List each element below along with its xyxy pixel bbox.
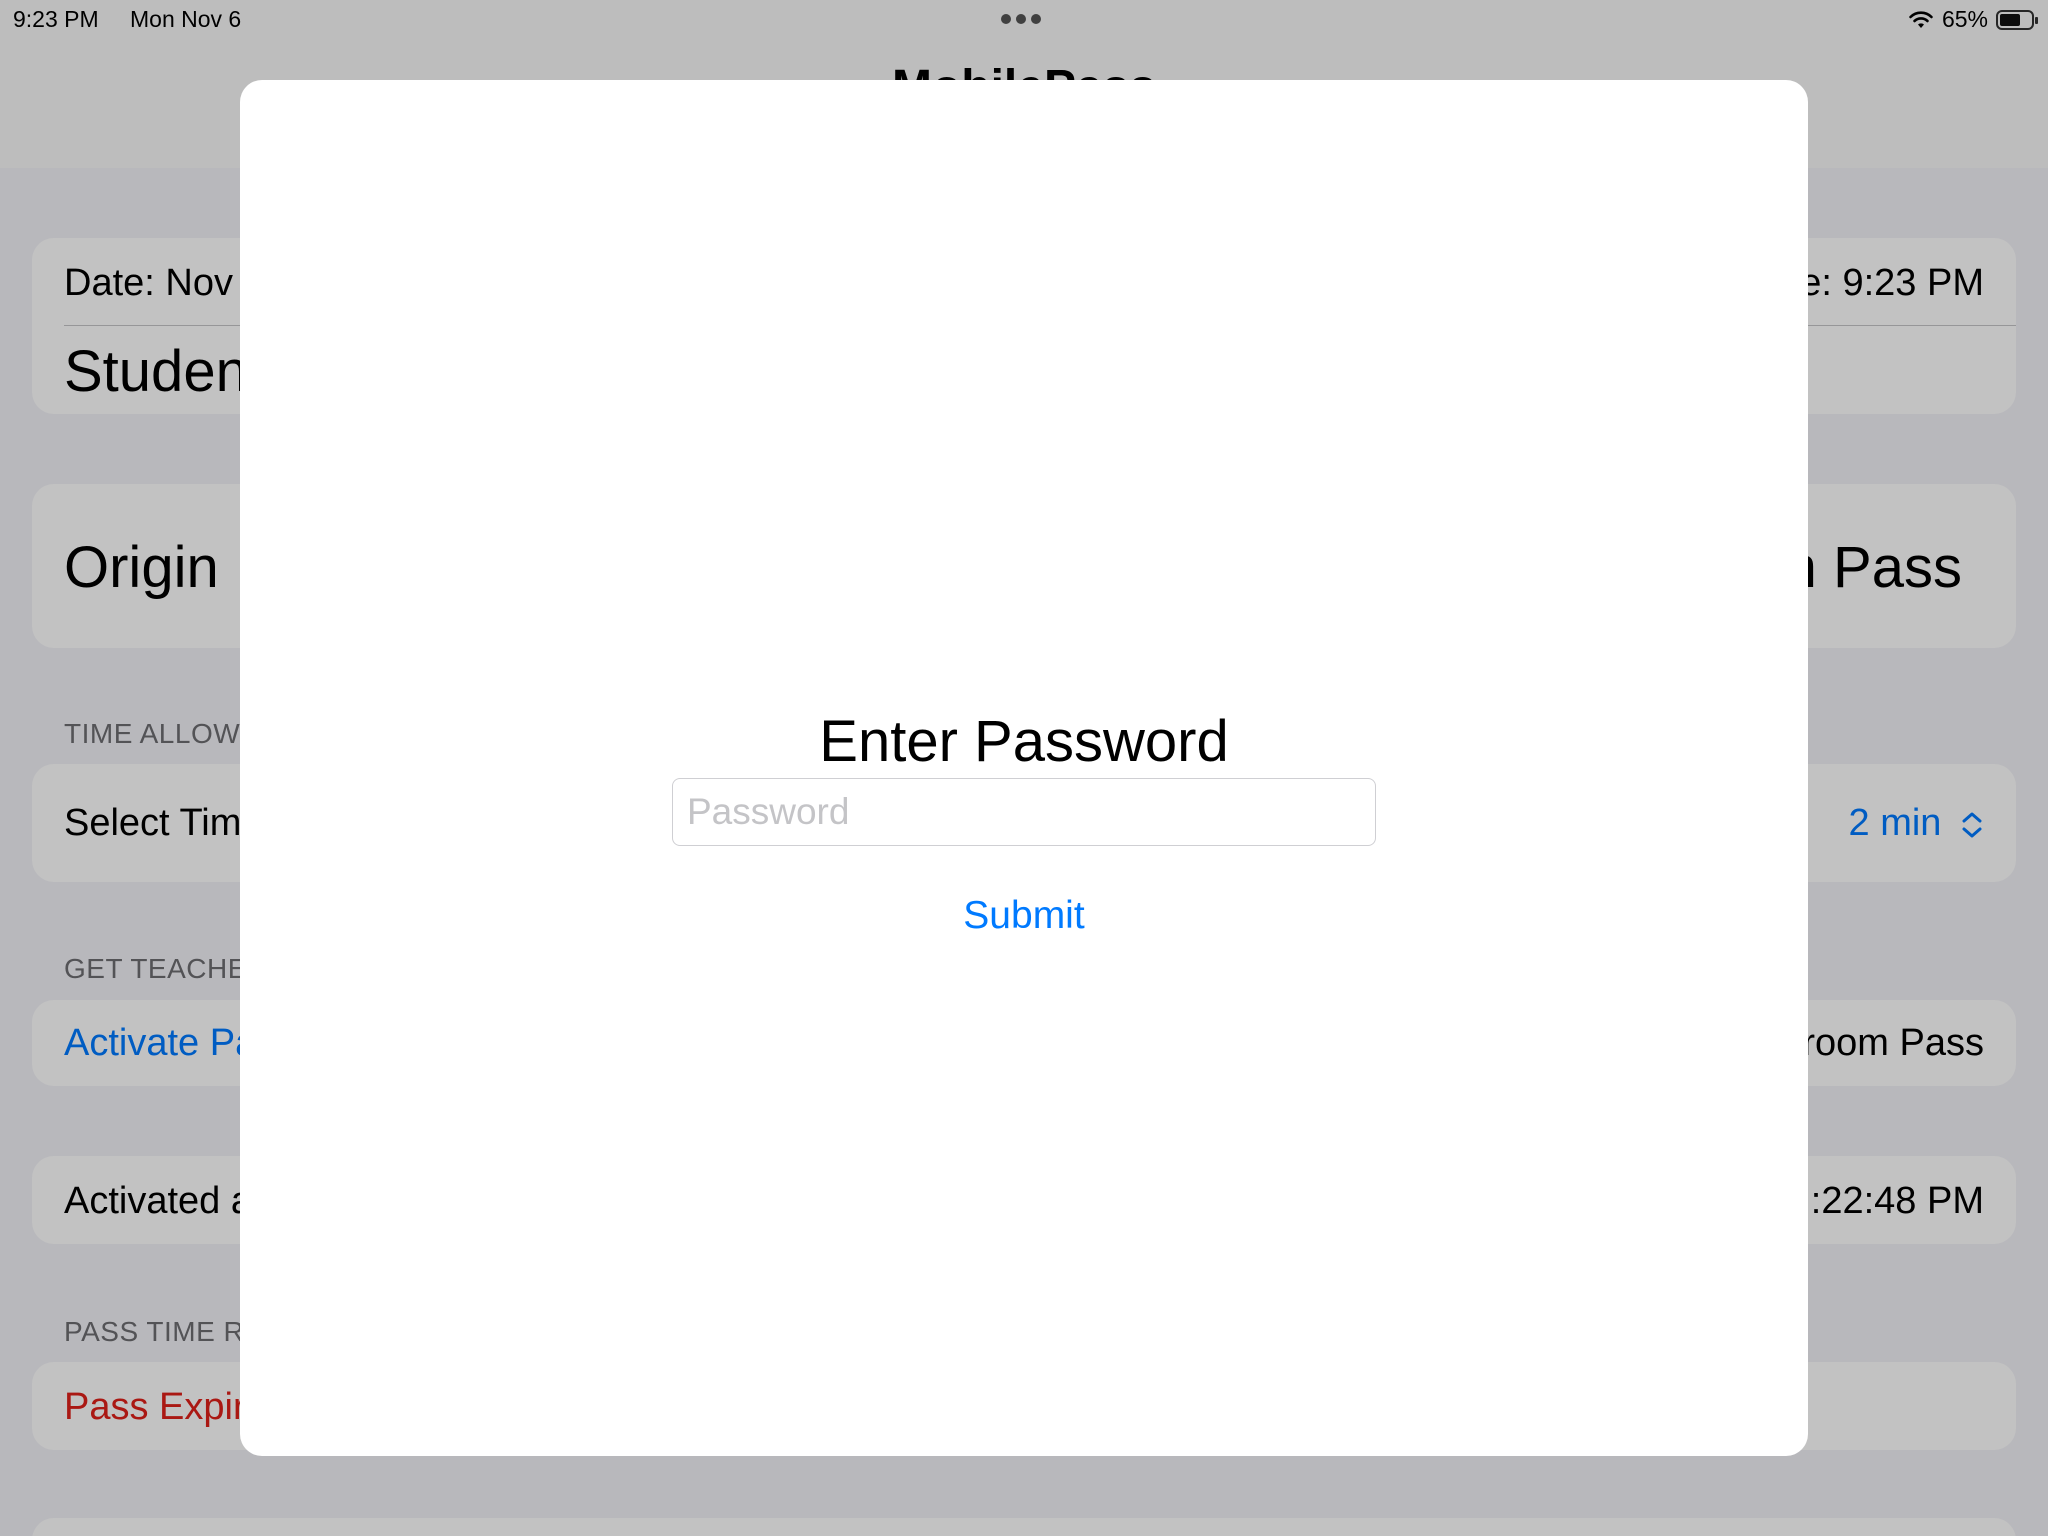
modal-title: Enter Password [819, 709, 1229, 774]
app-screen: MobilePass 9:23 PM Mon Nov 6 65% Date: N… [0, 0, 2048, 1536]
password-modal: Enter Password Submit [240, 80, 1808, 1456]
submit-button[interactable]: Submit [240, 894, 1808, 938]
password-field[interactable] [672, 778, 1376, 846]
